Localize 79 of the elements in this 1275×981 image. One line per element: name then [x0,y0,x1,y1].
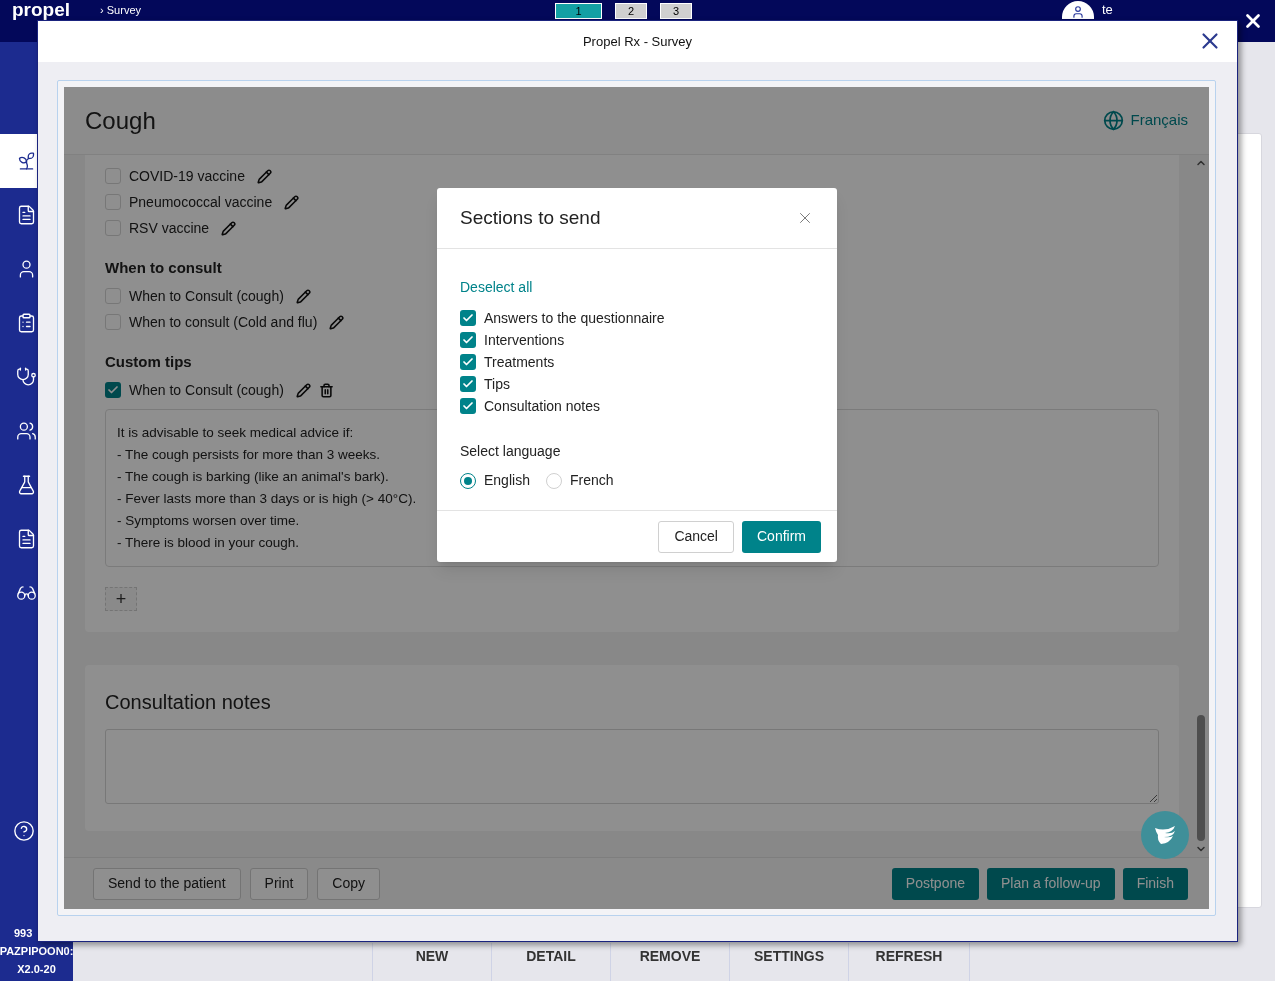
pencil-icon[interactable] [329,314,345,330]
tip-text-line: It is advisable to seek medical advice if: [117,424,354,442]
checkbox[interactable] [460,398,476,414]
toolbar-button[interactable]: NEW [372,943,492,981]
check-icon [462,356,474,368]
section-label: Consultation notes [484,396,600,416]
breadcrumb: › Survey [100,4,142,17]
scroll-thumb[interactable] [1197,715,1205,841]
checkbox[interactable] [460,332,476,348]
section-heading: Consultation notes [105,690,272,715]
cancel-button[interactable]: Cancel [658,520,734,553]
tip-label: When to Consult (cough) [129,380,284,400]
pencil-icon[interactable] [221,220,237,236]
section-heading: Custom tips [105,352,192,372]
section-label: Tips [484,374,510,394]
status-text: 993 [14,926,33,941]
tip-label: COVID-19 vaccine [129,166,245,186]
checkbox[interactable] [105,288,121,304]
user-name: te [1102,2,1113,17]
radio-label: English [484,471,530,490]
checkbox[interactable] [105,382,121,398]
tab[interactable]: 3 [660,3,692,19]
notes-field[interactable] [105,729,1159,804]
tip-text-line: - Fever lasts more than 3 days or is high (> 40°C). [117,490,417,508]
tip-label: When to Consult (cough) [129,286,284,306]
pencil-icon[interactable] [295,288,311,304]
pencil-icon[interactable] [256,168,272,184]
logo[interactable]: propel [12,0,71,19]
toolbar-button[interactable]: REMOVE [610,943,730,981]
checkbox[interactable] [460,310,476,326]
dialog-title: Sections to send [460,205,601,230]
check-icon [462,312,474,324]
tip-text-line: - Symptoms worsen over time. [117,512,300,530]
footer-button[interactable]: Send to the patient [93,867,241,900]
checkbox[interactable] [105,194,121,210]
section-label: Interventions [484,330,565,350]
window-title: Propel Rx - Survey [582,32,693,51]
survey-title: Cough [85,105,156,136]
add-button[interactable]: + [105,587,137,611]
deselect-all-link[interactable]: Deselect all [460,277,533,297]
toolbar-button[interactable]: SETTINGS [729,943,849,981]
tip-text-line: - The cough persists for more than 3 weeks. [117,446,381,464]
globe-icon [1103,110,1125,131]
avatar[interactable] [1062,1,1094,19]
tip-label: When to consult (Cold and flu) [129,312,318,332]
footer-button[interactable]: Copy [317,867,381,900]
confirm-button[interactable]: Confirm [742,520,821,553]
tip-label: RSV vaccine [129,218,210,238]
section-label: Answers to the questionnaire [484,308,665,328]
tip-label: Pneumococcal vaccine [129,192,273,212]
tab[interactable]: 1 [555,3,602,19]
status-text: PAZPIPOON0: [0,944,74,959]
check-icon [107,384,119,396]
check-icon [462,378,474,390]
check-icon [462,334,474,346]
check-icon [462,400,474,412]
checkbox[interactable] [105,314,121,330]
tab[interactable]: 2 [615,3,647,19]
trash-icon[interactable] [318,382,334,398]
bird-icon [1152,824,1178,846]
person-icon [1071,5,1085,19]
checkbox[interactable] [105,168,121,184]
footer-button[interactable]: Print [249,867,309,900]
pencil-icon[interactable] [295,382,311,398]
help-icon[interactable] [13,820,35,842]
status-text: X2.0-20 [17,962,56,977]
chat-button[interactable] [1141,811,1189,859]
pencil-icon[interactable] [284,194,300,210]
checkbox[interactable] [105,220,121,236]
section-heading: When to consult [105,258,222,278]
toolbar-button[interactable]: REFRESH [848,943,970,981]
checkbox[interactable] [460,376,476,392]
section-label: Treatments [484,352,555,372]
tip-text-line: - The cough is barking (like an animal's bark). [117,468,389,486]
toolbar-button[interactable]: DETAIL [491,943,611,981]
language-label: Select language [460,442,562,461]
checkbox[interactable] [460,354,476,370]
tip-text-line: - There is blood in your cough. [117,534,300,552]
radio-label: French [569,471,614,490]
